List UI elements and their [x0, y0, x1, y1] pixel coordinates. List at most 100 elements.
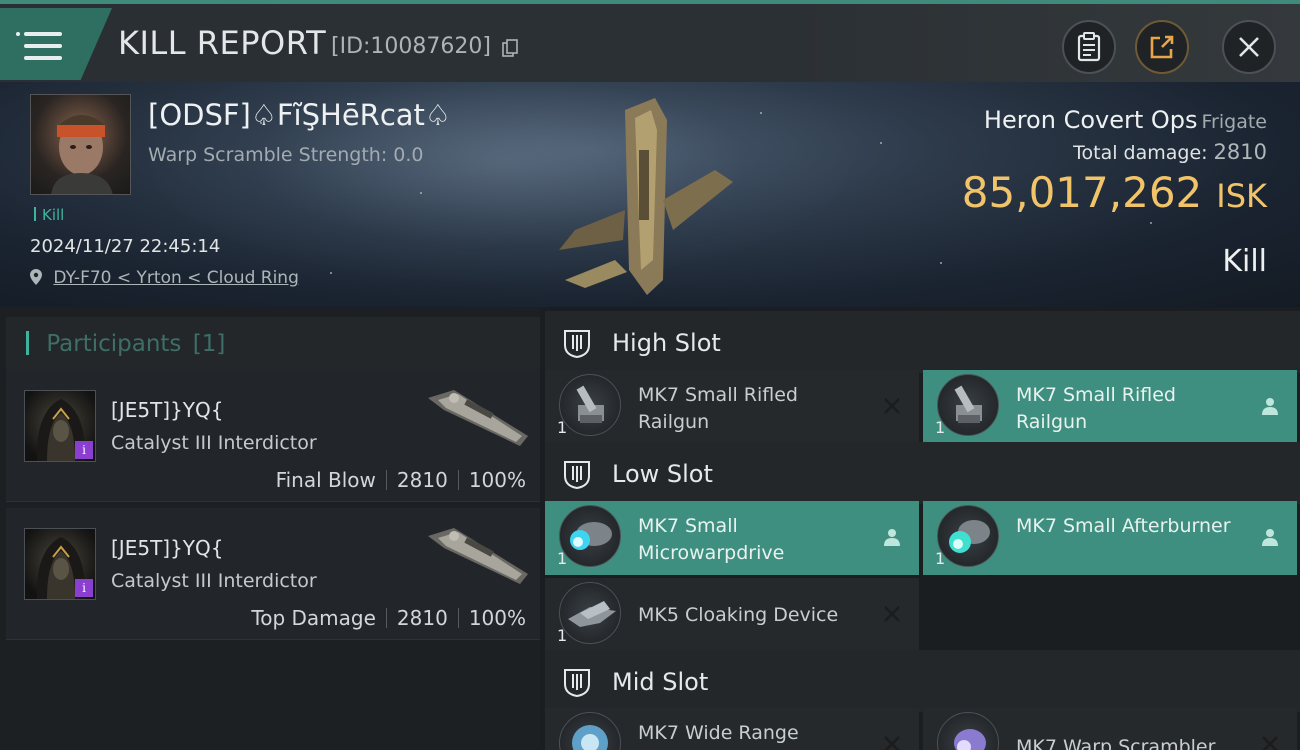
participant-role: Final Blow — [275, 468, 376, 492]
mid-slot-header: Mid Slot — [545, 650, 1300, 712]
participant-card[interactable]: i [JE5T]}YQ{ Catalyst III Interdictor To… — [6, 508, 540, 640]
header-bar: KILL REPORT [ID:10087620] — [0, 4, 1300, 82]
module-name: MK5 Cloaking Device — [638, 604, 839, 626]
railgun-icon — [937, 374, 999, 436]
participant-percent: 100% — [468, 606, 526, 630]
kill-datetime: 2024/11/27 22:45:14 — [30, 236, 221, 257]
kill-summary-banner: [ODSF]♤FĩŞHēRcat♤ Warp Scramble Strength… — [0, 82, 1300, 307]
dropped-icon — [1262, 529, 1278, 546]
railgun-icon — [559, 374, 621, 436]
fitting-panel: High Slot 1 MK7 Small Rifled Railgun 1 M… — [545, 307, 1300, 750]
kill-location[interactable]: DY-F70 < Yrton < Cloud Ring — [30, 268, 299, 288]
participants-panel: Participants [1] i [JE5T]}YQ{ Catalyst I… — [0, 307, 540, 750]
participant-ship: Catalyst III Interdictor — [111, 570, 317, 592]
module-name: MK7 Small Afterburner — [1016, 515, 1231, 537]
participant-card[interactable]: i [JE5T]}YQ{ Catalyst III Interdictor Fi… — [6, 370, 540, 502]
module-name: MK7 Wide Range — [638, 722, 799, 744]
stat-divider — [385, 470, 387, 490]
stat-divider — [385, 608, 387, 628]
module-name: MK7 Warp Scrambler — [1016, 736, 1216, 750]
location-link[interactable]: DY-F70 < Yrton < Cloud Ring — [53, 268, 298, 288]
copy-icon[interactable] — [502, 39, 518, 57]
isk-unit: ISK — [1216, 177, 1267, 215]
module-name: MK7 Small Microwarpdrive — [638, 515, 785, 564]
participants-title: Participants [1] — [26, 331, 225, 357]
participant-name[interactable]: [JE5T]}YQ{ — [111, 398, 224, 422]
destroyed-icon — [884, 398, 900, 414]
total-damage-value: 2810 — [1213, 140, 1267, 164]
module-quantity: 1 — [557, 549, 568, 568]
low-slot-header: Low Slot — [545, 442, 1300, 504]
total-damage-label: Total damage: — [1073, 142, 1208, 164]
participant-role: Top Damage — [251, 606, 376, 630]
low-slot-title: Low Slot — [612, 460, 713, 488]
module-item[interactable]: 1 MK7 Warp Scrambler — [923, 708, 1297, 750]
clipboard-icon — [1077, 32, 1101, 62]
participant-percent: 100% — [468, 468, 526, 492]
participant-badge: i — [75, 441, 93, 459]
module-item[interactable]: 1 MK7 Small Afterburner — [923, 501, 1297, 575]
low-slot-icon — [564, 461, 590, 490]
total-damage: Total damage: 2810 — [1073, 140, 1267, 164]
stat-divider — [457, 608, 459, 628]
menu-icon — [16, 32, 62, 60]
wide-range-module-icon — [559, 712, 621, 750]
module-name: MK7 Small Rifled Railgun — [638, 384, 798, 433]
afterburner-icon — [937, 505, 999, 567]
stat-divider — [457, 470, 459, 490]
victim-ship-name[interactable]: Heron Covert Ops Frigate — [984, 106, 1267, 134]
high-slot-header: High Slot — [545, 311, 1300, 373]
module-quantity: 1 — [935, 549, 946, 568]
participant-ship-image — [428, 528, 528, 584]
participants-label: Participants — [46, 331, 182, 357]
microwarpdrive-icon — [559, 505, 621, 567]
location-pin-icon — [30, 269, 42, 285]
participant-avatar[interactable]: i — [24, 390, 96, 462]
module-name: MK7 Small Rifled Railgun — [1016, 384, 1176, 433]
dropped-icon — [884, 529, 900, 546]
pilot-portrait-image — [51, 115, 113, 194]
module-item[interactable]: 1 MK7 Wide Range — [545, 708, 919, 750]
clipboard-button[interactable] — [1062, 20, 1116, 74]
share-icon — [1150, 35, 1174, 59]
isk-amount: 85,017,262 — [961, 168, 1203, 217]
participant-ship-image — [428, 390, 528, 446]
warp-scramble-strength: Warp Scramble Strength: 0.0 — [148, 144, 424, 166]
page-title: KILL REPORT — [118, 24, 327, 62]
participants-count: [1] — [192, 331, 226, 357]
close-button[interactable] — [1222, 20, 1276, 74]
participant-stats: Top Damage 2810 100% — [251, 606, 526, 630]
participant-stats: Final Blow 2810 100% — [276, 468, 526, 492]
participant-name[interactable]: [JE5T]}YQ{ — [111, 536, 224, 560]
menu-button[interactable] — [0, 8, 112, 80]
high-slot-icon — [564, 330, 590, 359]
kill-type-tag: Kill — [34, 206, 64, 224]
isk-value: 85,017,262 ISK — [962, 168, 1267, 217]
destroyed-icon — [884, 736, 900, 750]
share-button[interactable] — [1135, 20, 1189, 74]
warp-scrambler-icon — [937, 712, 999, 750]
cloaking-device-icon — [559, 582, 621, 644]
ship-class: Frigate — [1201, 111, 1267, 133]
result-label: Kill — [1222, 244, 1267, 279]
victim-ship-image — [559, 98, 733, 295]
module-item[interactable]: 1 MK7 Small Microwarpdrive — [545, 501, 919, 575]
participant-damage: 2810 — [396, 606, 448, 630]
participant-avatar[interactable]: i — [24, 528, 96, 600]
dropped-icon — [1262, 398, 1278, 415]
module-item[interactable]: 1 MK7 Small Rifled Railgun — [923, 370, 1297, 444]
participant-ship: Catalyst III Interdictor — [111, 432, 317, 454]
participant-badge: i — [75, 579, 93, 597]
participants-header: Participants [1] — [6, 317, 540, 373]
destroyed-icon — [1262, 736, 1278, 750]
destroyed-icon — [884, 606, 900, 622]
victim-pilot-name[interactable]: [ODSF]♤FĩŞHēRcat♤ — [148, 98, 451, 132]
module-item[interactable]: 1 MK5 Cloaking Device — [545, 578, 919, 652]
ship-name: Heron Covert Ops — [983, 106, 1198, 134]
module-item[interactable]: 1 MK7 Small Rifled Railgun — [545, 370, 919, 444]
module-quantity: 1 — [935, 418, 946, 437]
mid-slot-title: Mid Slot — [612, 668, 709, 696]
module-quantity: 1 — [557, 418, 568, 437]
report-id: [ID:10087620] — [331, 34, 491, 59]
victim-portrait[interactable] — [30, 94, 131, 195]
